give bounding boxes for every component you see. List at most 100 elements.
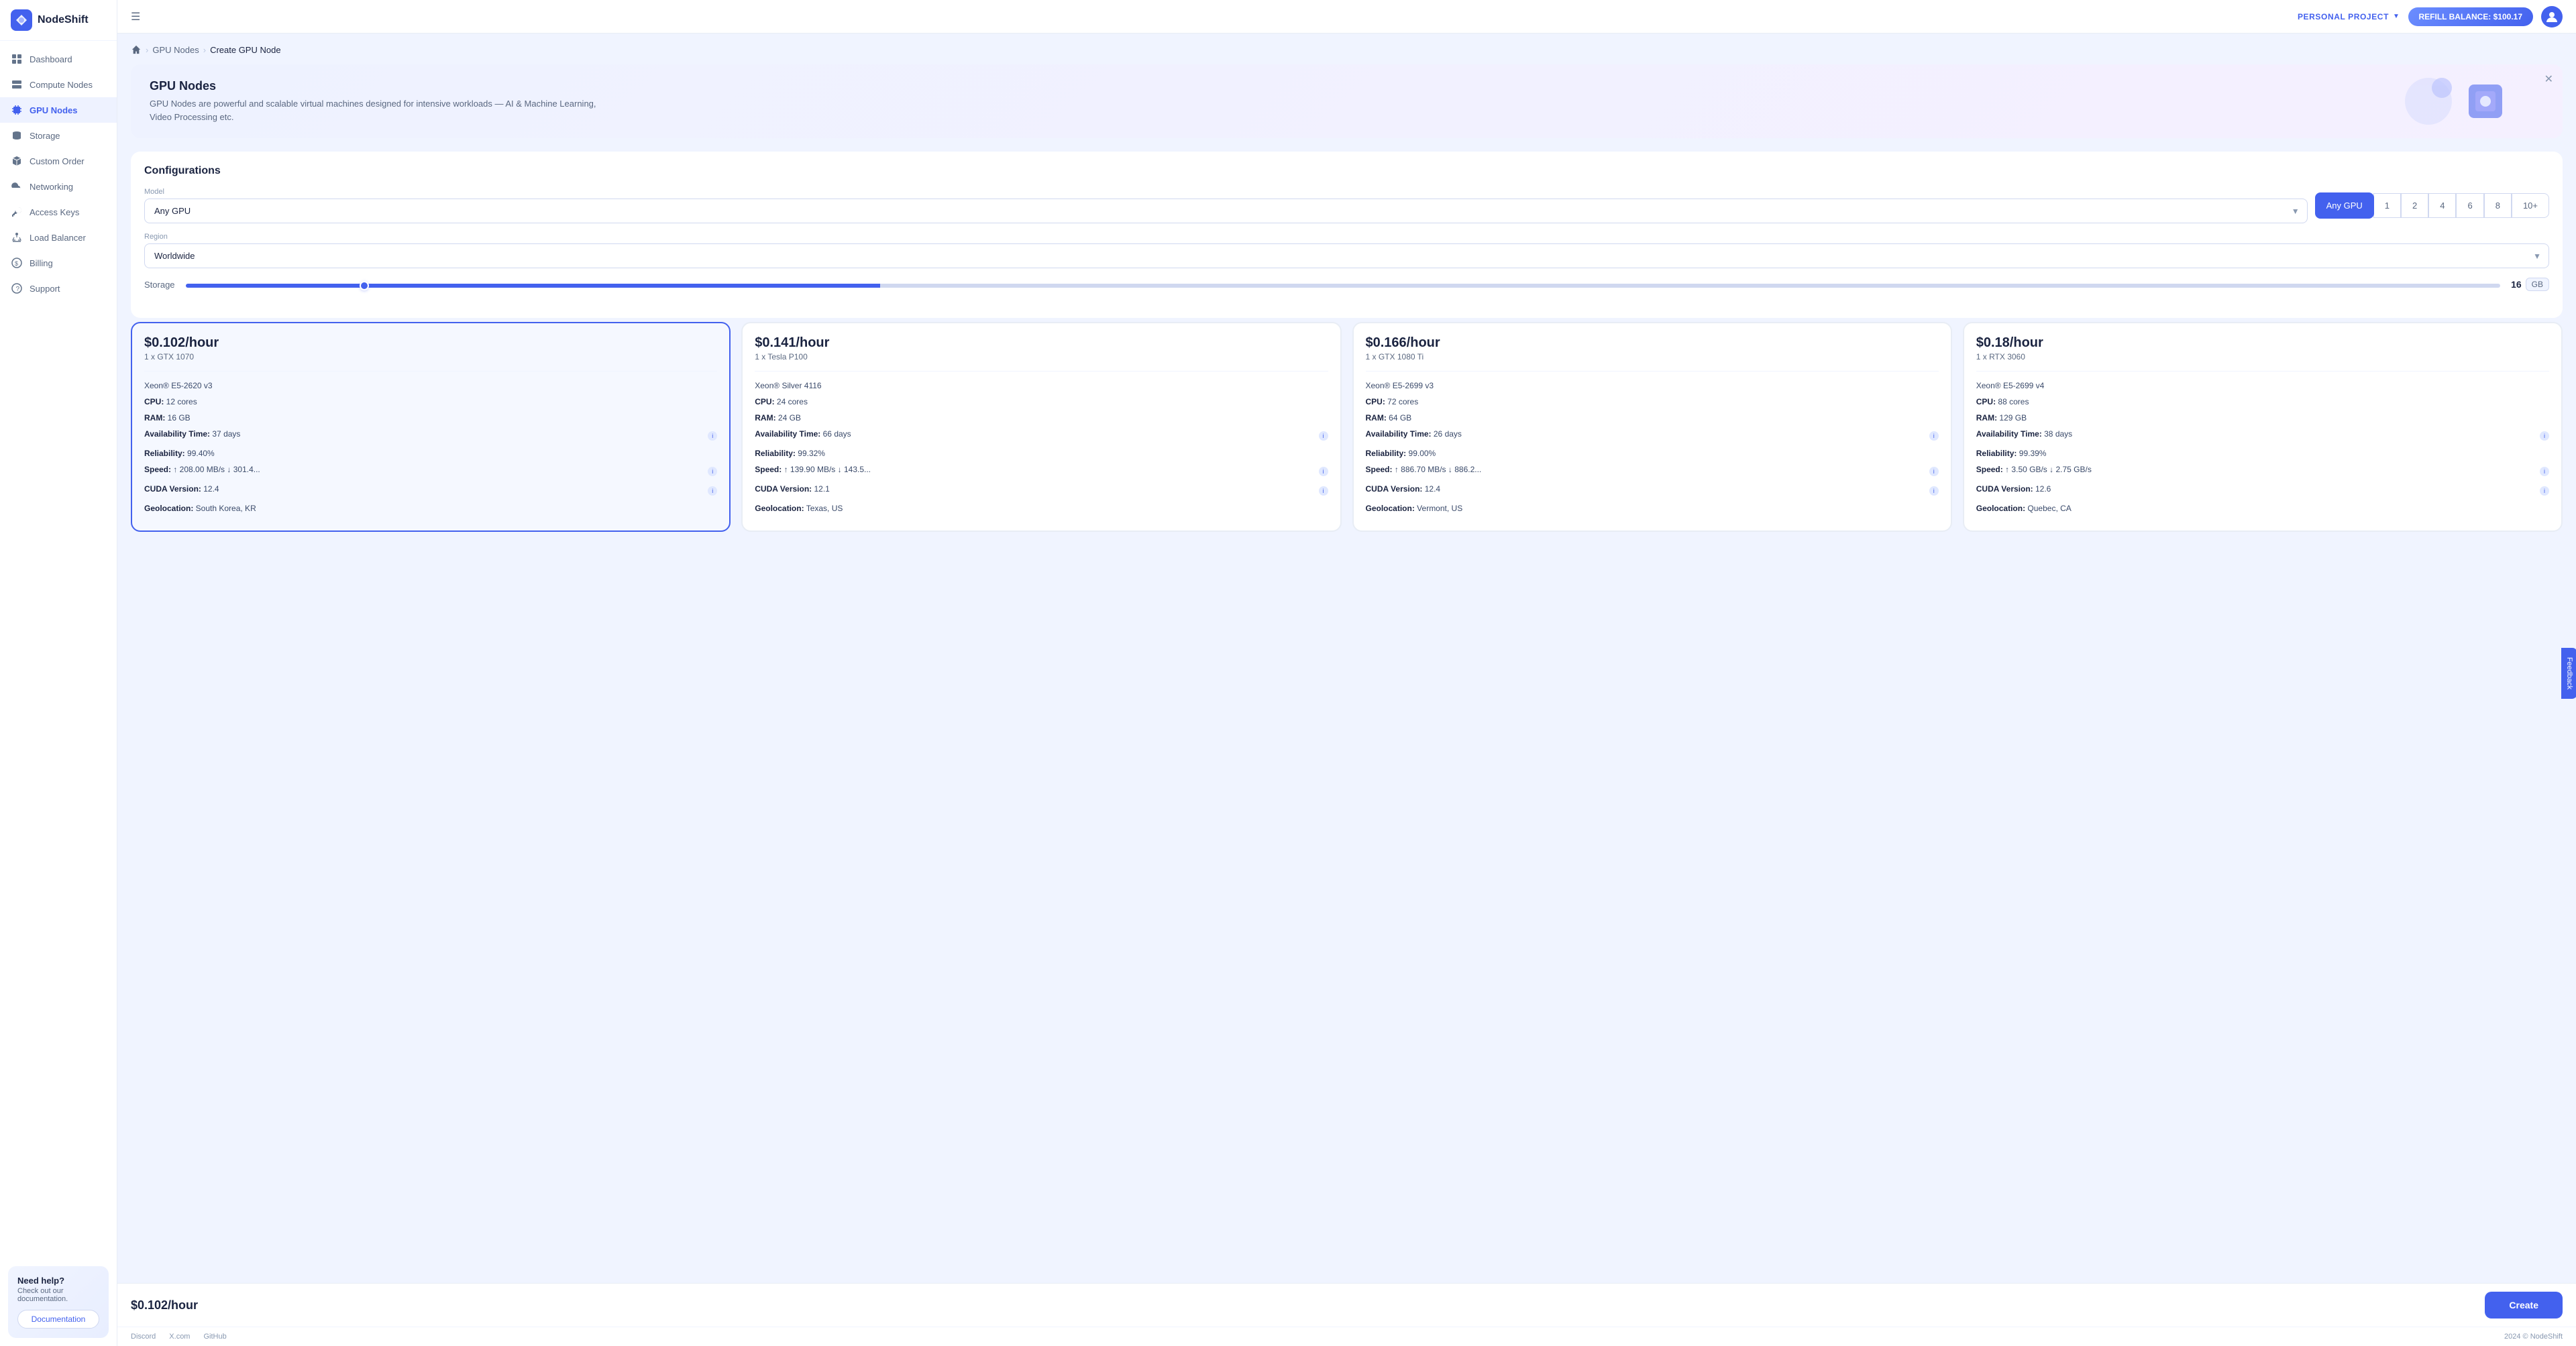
discord-link[interactable]: Discord [131,1333,156,1341]
sidebar-item-dashboard[interactable]: Dashboard [0,46,117,72]
configurations-title: Configurations [144,165,2549,177]
chip-icon [11,104,23,116]
model-label: Model [144,188,2308,196]
sidebar-item-keys[interactable]: Access Keys [0,199,117,225]
qty-btn-6[interactable]: 6 [2456,193,2483,218]
sidebar-item-gpu[interactable]: GPU Nodes [0,97,117,123]
home-icon[interactable] [131,44,142,55]
main-area: ☰ PERSONAL PROJECT ▼ REFILL BALANCE: $10… [117,0,2576,1346]
region-select[interactable]: Worldwide North America Europe Asia [144,243,2549,268]
feedback-tab[interactable]: Feedback [2561,647,2576,698]
card-cpu-model: Xeon® E5-2699 v4 [1976,380,2549,392]
card-availability: Availability Time: 66 days [755,428,851,440]
model-select[interactable]: Any GPU GTX 1070 Tesla P100 GTX 1080 Ti … [144,199,2308,223]
card-availability: Availability Time: 38 days [1976,428,2072,440]
banner-close-button[interactable]: ✕ [2544,72,2553,86]
card-speed-row: Speed: ↑ 886.70 MB/s ↓ 886.2... i [1366,463,1939,480]
sidebar-item-billing[interactable]: $ Billing [0,250,117,276]
speed-info-icon[interactable]: i [2540,467,2549,476]
gpu-card-0[interactable]: $0.102/hour 1 x GTX 1070 Xeon® E5-2620 v… [131,322,731,532]
project-label: PERSONAL PROJECT [2298,12,2389,21]
project-selector[interactable]: PERSONAL PROJECT ▼ [2298,12,2400,21]
hamburger-button[interactable]: ☰ [131,10,140,23]
card-ram: RAM: 16 GB [144,412,717,424]
card-cuda: CUDA Version: 12.6 [1976,483,2051,495]
card-cuda: CUDA Version: 12.4 [144,483,219,495]
gpu-card-1[interactable]: $0.141/hour 1 x Tesla P100 Xeon® Silver … [741,322,1341,532]
availability-info-icon[interactable]: i [1319,431,1328,441]
header-right: PERSONAL PROJECT ▼ REFILL BALANCE: $100.… [2298,6,2563,27]
storage-slider[interactable] [186,284,2501,288]
card-gpu: 1 x GTX 1070 [144,352,717,361]
qty-btn-1[interactable]: 1 [2373,193,2401,218]
speed-info-icon[interactable]: i [1319,467,1328,476]
page-content: › GPU Nodes › Create GPU Node GPU Nodes … [117,34,2576,1283]
selected-price: $0.102/hour [131,1298,198,1312]
card-cuda: CUDA Version: 12.1 [755,483,830,495]
billing-icon: $ [11,257,23,269]
card-availability-row: Availability Time: 66 days i [755,428,1328,444]
svg-text:?: ? [16,286,20,293]
cuda-info-icon[interactable]: i [1319,486,1328,496]
card-availability-row: Availability Time: 37 days i [144,428,717,444]
storage-unit[interactable]: GB [2526,278,2549,291]
refill-balance-button[interactable]: REFILL BALANCE: $100.17 [2408,7,2533,26]
availability-info-icon[interactable]: i [2540,431,2549,441]
qty-btn-4[interactable]: 4 [2428,193,2456,218]
avatar[interactable] [2541,6,2563,27]
documentation-button[interactable]: Documentation [17,1310,99,1329]
database-icon [11,129,23,142]
cuda-info-icon[interactable]: i [708,486,717,496]
qty-btn-10plus[interactable]: 10+ [2512,193,2549,218]
breadcrumb-sep-2: › [203,45,206,55]
speed-info-icon[interactable]: i [708,467,717,476]
sidebar-item-compute[interactable]: Compute Nodes [0,72,117,97]
region-select-wrapper: Worldwide North America Europe Asia ▼ [144,243,2549,268]
breadcrumb: › GPU Nodes › Create GPU Node [131,44,2563,55]
header: ☰ PERSONAL PROJECT ▼ REFILL BALANCE: $10… [117,0,2576,34]
card-divider [1366,371,1939,372]
sidebar-item-label: Storage [30,131,60,141]
cloud-icon [11,180,23,192]
banner-decoration [2402,64,2509,138]
sidebar-item-label: Compute Nodes [30,80,93,90]
card-price: $0.102/hour [144,335,717,351]
support-icon: ? [11,282,23,294]
sidebar-item-label: GPU Nodes [30,105,78,115]
card-cpu-model: Xeon® Silver 4116 [755,380,1328,392]
sidebar-item-support[interactable]: ? Support [0,276,117,301]
xcom-link[interactable]: X.com [169,1333,190,1341]
cuda-info-icon[interactable]: i [1929,486,1939,496]
sidebar-item-label: Networking [30,182,73,192]
card-geolocation: Geolocation: Quebec, CA [1976,502,2549,514]
qty-btn-2[interactable]: 2 [2401,193,2428,218]
grid-icon [11,53,23,65]
cuda-info-icon[interactable]: i [2540,486,2549,496]
card-speed: Speed: ↑ 886.70 MB/s ↓ 886.2... [1366,463,1482,475]
card-cpu-model: Xeon® E5-2699 v3 [1366,380,1939,392]
model-select-container: Any GPU GTX 1070 Tesla P100 GTX 1080 Ti … [144,199,2308,223]
card-geolocation: Geolocation: Texas, US [755,502,1328,514]
sidebar-item-networking[interactable]: Networking [0,174,117,199]
speed-info-icon[interactable]: i [1929,467,1939,476]
gpu-card-2[interactable]: $0.166/hour 1 x GTX 1080 Ti Xeon® E5-269… [1352,322,1952,532]
gpu-card-3[interactable]: $0.18/hour 1 x RTX 3060 Xeon® E5-2699 v4… [1963,322,2563,532]
breadcrumb-current: Create GPU Node [210,45,281,55]
card-ram: RAM: 24 GB [755,412,1328,424]
sidebar-item-label: Support [30,284,60,294]
qty-btn-8[interactable]: 8 [2484,193,2512,218]
sidebar-item-custom[interactable]: Custom Order [0,148,117,174]
server-icon [11,78,23,91]
card-ram: RAM: 129 GB [1976,412,2549,424]
breadcrumb-gpu-nodes[interactable]: GPU Nodes [152,45,199,55]
availability-info-icon[interactable]: i [708,431,717,441]
gpu-cards-grid: $0.102/hour 1 x GTX 1070 Xeon® E5-2620 v… [131,322,2563,532]
create-button[interactable]: Create [2485,1292,2563,1319]
sidebar-item-lb[interactable]: Load Balancer [0,225,117,250]
card-availability: Availability Time: 37 days [144,428,240,440]
availability-info-icon[interactable]: i [1929,431,1939,441]
model-config-row: Model Any GPU GTX 1070 Tesla P100 GTX 10… [144,188,2549,223]
github-link[interactable]: GitHub [203,1333,226,1341]
sidebar-item-storage[interactable]: Storage [0,123,117,148]
qty-btn-anygpu[interactable]: Any GPU [2315,192,2374,219]
